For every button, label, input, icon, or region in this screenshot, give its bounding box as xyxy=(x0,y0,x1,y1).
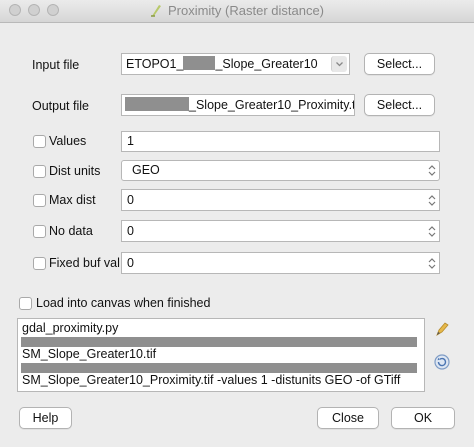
proximity-icon xyxy=(150,3,162,20)
output-file-label: Output file xyxy=(32,99,89,113)
help-button[interactable]: Help xyxy=(19,407,72,429)
fixed-buf-val-label: Fixed buf val xyxy=(49,256,120,270)
no-data-value: 0 xyxy=(127,224,134,238)
spinner-icon[interactable] xyxy=(427,256,437,271)
input-file-combo[interactable]: ETOPO1_ _Slope_Greater10 xyxy=(121,53,350,75)
pencil-icon[interactable] xyxy=(432,320,452,340)
dist-units-checkbox[interactable] xyxy=(33,165,46,178)
spinner-icon[interactable] xyxy=(427,224,437,239)
input-file-suffix: _Slope_Greater10 xyxy=(215,57,318,71)
values-label: Values xyxy=(49,134,87,148)
input-file-prefix: ETOPO1_ xyxy=(126,57,184,71)
ok-button[interactable]: OK xyxy=(391,407,455,429)
redacted-line xyxy=(21,363,417,373)
no-data-spinbox[interactable]: 0 xyxy=(121,220,440,242)
redacted-line xyxy=(21,337,417,347)
chevron-down-icon[interactable] xyxy=(331,56,347,72)
close-button[interactable]: Close xyxy=(317,407,379,429)
values-checkbox[interactable] xyxy=(33,135,46,148)
max-dist-checkbox[interactable] xyxy=(33,194,46,207)
command-line: gdal_proximity.py xyxy=(22,321,119,335)
no-data-label: No data xyxy=(49,224,93,238)
fixed-buf-val-value: 0 xyxy=(127,256,134,270)
redacted-block xyxy=(125,97,189,111)
load-canvas-label: Load into canvas when finished xyxy=(36,296,211,310)
command-textarea[interactable]: gdal_proximity.py SM_Slope_Greater10.tif… xyxy=(17,318,425,392)
max-dist-label: Max dist xyxy=(49,193,96,207)
window-title: Proximity (Raster distance) xyxy=(167,3,325,18)
dist-units-select[interactable]: GEO xyxy=(121,160,440,181)
fixed-buf-val-checkbox[interactable] xyxy=(33,257,46,270)
output-file-field[interactable]: _Slope_Greater10_Proximity.tif xyxy=(121,94,355,116)
command-line: SM_Slope_Greater10_Proximity.tif -values… xyxy=(22,373,401,387)
redacted-block xyxy=(183,56,216,70)
max-dist-value: 0 xyxy=(127,193,134,207)
updown-icon[interactable] xyxy=(427,163,437,178)
spinner-icon[interactable] xyxy=(427,193,437,208)
reset-icon[interactable] xyxy=(432,352,452,372)
input-select-button[interactable]: Select... xyxy=(364,53,435,75)
fixed-buf-val-spinbox[interactable]: 0 xyxy=(121,252,440,274)
values-input[interactable]: 1 xyxy=(121,131,440,152)
no-data-checkbox[interactable] xyxy=(33,225,46,238)
input-file-label: Input file xyxy=(32,58,80,72)
dist-units-value: GEO xyxy=(132,163,160,177)
title-bar: Proximity (Raster distance) xyxy=(0,0,474,23)
max-dist-spinbox[interactable]: 0 xyxy=(121,189,440,211)
load-canvas-checkbox[interactable] xyxy=(19,297,32,310)
dist-units-label: Dist units xyxy=(49,164,101,178)
output-file-suffix: _Slope_Greater10_Proximity.tif xyxy=(189,98,355,112)
output-select-button[interactable]: Select... xyxy=(364,94,435,116)
command-line: SM_Slope_Greater10.tif xyxy=(22,347,157,361)
